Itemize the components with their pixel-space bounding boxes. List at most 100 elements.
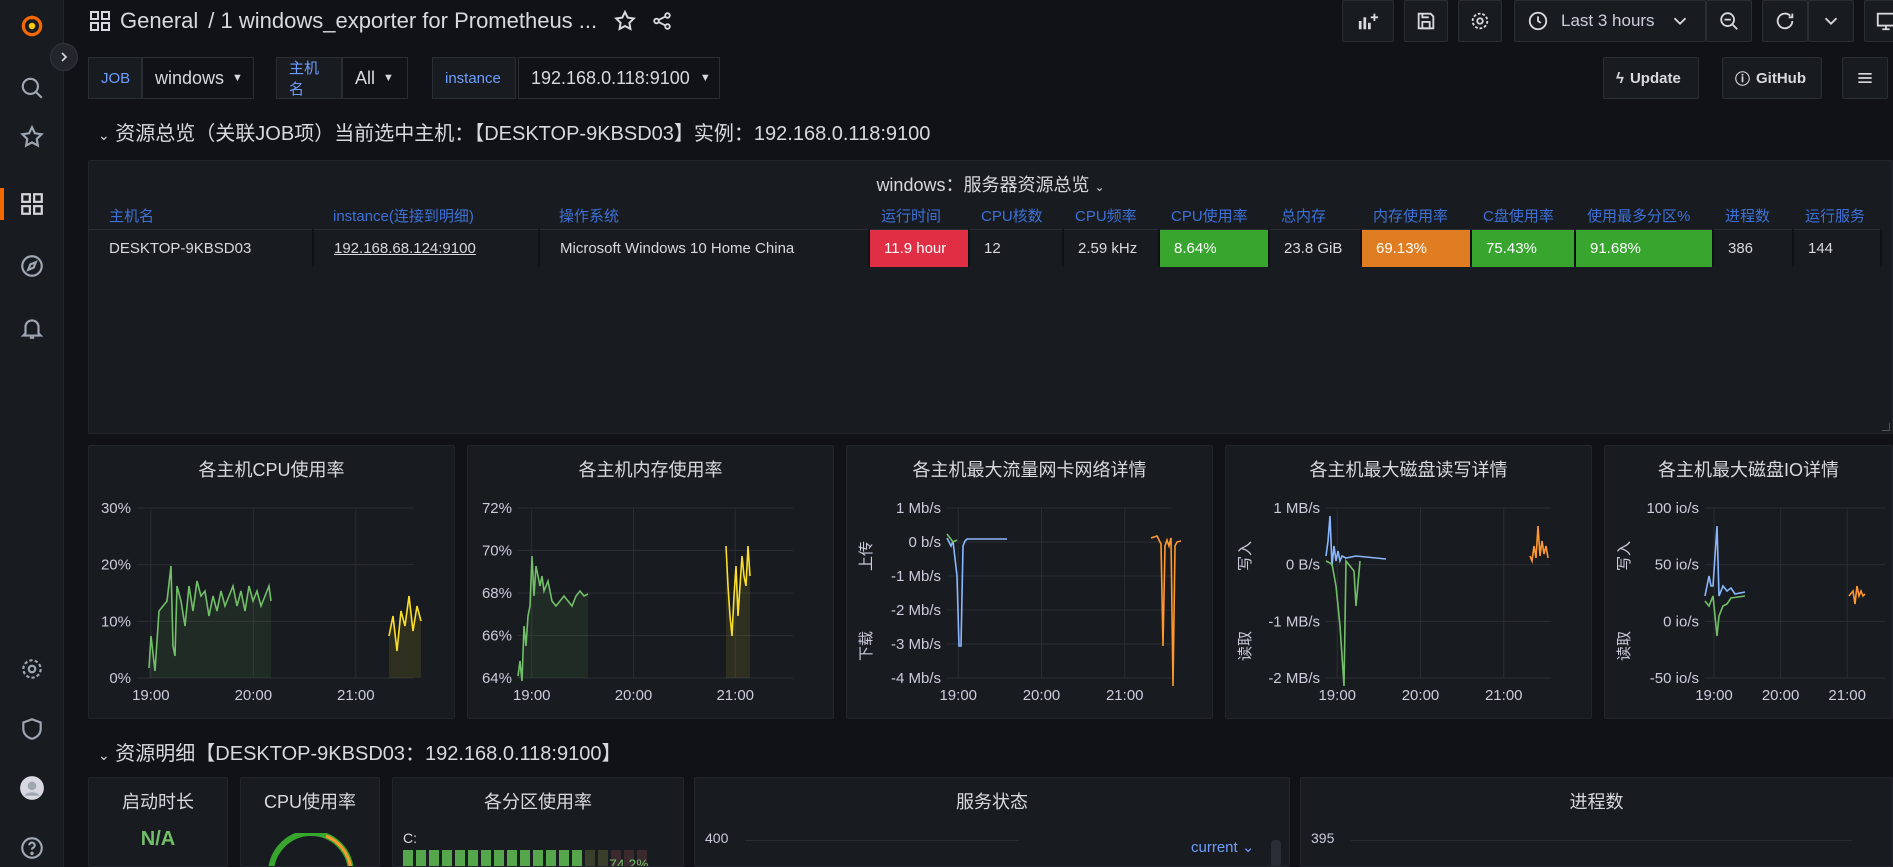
dashboards-icon[interactable] [16, 188, 48, 220]
y-tick-label: -2 MB/s [1268, 670, 1320, 687]
y-axis-label: 读取 [1237, 631, 1254, 661]
column-header[interactable]: 使用最多分区% [1575, 203, 1713, 230]
partition-value: 74.2% [609, 856, 649, 867]
y-axis-label: 写入 [1616, 541, 1633, 571]
chart-canvas[interactable]: 72% 70% 68% 66% 64%19:00 20:00 21:00 [468, 446, 834, 719]
resize-handle[interactable] [1882, 423, 1890, 431]
gauge-segment [455, 850, 465, 866]
update-link[interactable]: ϟ Update [1603, 57, 1699, 99]
share-icon[interactable] [651, 10, 673, 32]
time-range-label: Last 3 hours [1561, 11, 1655, 30]
expand-sidebar-button[interactable] [50, 43, 78, 71]
github-link[interactable]: ⓘ GitHub [1722, 57, 1822, 99]
var-select-hostname[interactable]: All ▼ [342, 57, 408, 99]
y-tick-label: 0% [109, 670, 131, 687]
series-line [1325, 558, 1361, 687]
dashboard-settings-button[interactable] [1458, 0, 1502, 42]
x-tick-label: 19:00 [132, 687, 170, 704]
chart-canvas[interactable]: 1 MB/s 0 B/s -1 MB/s -2 MB/s19:00 20:00 21:00… [1226, 446, 1592, 719]
var-select-instance[interactable]: 192.168.0.118:9100 ▼ [518, 57, 720, 99]
resource-table: 主机名 instance(连接到明细) 操作系统 运行时间 CPU核数 CPU频率 CPU使… [89, 203, 1882, 267]
chart-canvas[interactable]: 100 io/s 50 io/s 0 io/s -50 io/s19:00 20:00 2… [1605, 446, 1893, 719]
column-header[interactable]: 运行服务 [1793, 203, 1881, 230]
process-count-panel: 进程数 395 [1300, 777, 1893, 867]
grafana-logo-icon[interactable] [16, 10, 48, 42]
cpu-gauge-title[interactable]: CPU使用率 [241, 788, 379, 814]
table-panel-title[interactable]: windows：服务器资源总览 ⌄ [89, 171, 1892, 197]
column-header[interactable]: 总内存 [1269, 203, 1361, 230]
column-header[interactable]: CPU使用率 [1159, 203, 1269, 230]
y-tick: 395 [1311, 830, 1335, 846]
series-line [946, 537, 1007, 647]
column-header[interactable]: CPU核数 [969, 203, 1063, 230]
partitions-title[interactable]: 各分区使用率 [393, 788, 683, 814]
refresh-interval-dropdown[interactable] [1808, 0, 1854, 42]
time-picker-button[interactable]: Last 3 hours [1514, 0, 1706, 42]
var-label-instance: instance [432, 57, 516, 99]
uptime-title[interactable]: 启动时长 [89, 788, 227, 814]
gauge-segment [598, 850, 608, 866]
y-axis-label: 下载 [858, 631, 875, 661]
y-tick-label: 64% [482, 670, 512, 687]
bolt-icon: ϟ [1616, 69, 1624, 87]
starred-icon[interactable] [16, 121, 48, 153]
row-resource-overview[interactable]: ⌄ 资源总览（关联JOB项）当前选中主机：【DESKTOP-9KBSD03】实例… [98, 117, 930, 146]
tv-mode-button[interactable] [1864, 0, 1893, 42]
alerting-bell-icon[interactable] [16, 312, 48, 344]
column-header[interactable]: 运行时间 [869, 203, 969, 230]
configuration-gear-icon[interactable] [16, 653, 48, 685]
legend-sort-current[interactable]: current ⌄ [1191, 838, 1254, 856]
refresh-button[interactable] [1762, 0, 1808, 42]
series-area [149, 566, 271, 678]
y-tick-label: -3 Mb/s [891, 636, 941, 653]
series-line [1150, 535, 1182, 687]
table-cell[interactable]: 192.168.68.124:9100 [313, 229, 540, 267]
timeseries-panel: 各主机CPU使用率 30% 20% 10% 0% 19:00 20:00 21:00 [88, 445, 455, 719]
server-admin-shield-icon[interactable] [16, 713, 48, 745]
search-icon[interactable] [16, 72, 48, 104]
add-panel-button[interactable] [1342, 0, 1394, 42]
column-header[interactable]: 进程数 [1713, 203, 1793, 230]
timeseries-panel: 各主机最大磁盘IO详情 100 io/s 50 io/s 0 io/s -50 io/s… [1604, 445, 1893, 719]
process-count-title[interactable]: 进程数 [1301, 788, 1892, 814]
save-dashboard-button[interactable] [1404, 0, 1448, 42]
uptime-value: N/A [140, 828, 176, 850]
column-header[interactable]: CPU频率 [1063, 203, 1159, 230]
legend-scrollbar[interactable] [1271, 840, 1281, 866]
y-tick-label: 30% [101, 500, 131, 517]
gauge-segment [559, 850, 569, 866]
var-select-job[interactable]: windows ▼ [142, 57, 254, 99]
gauge-segment [403, 850, 413, 866]
column-header[interactable]: 操作系统 [539, 203, 869, 230]
explore-icon[interactable] [16, 250, 48, 282]
var-label-hostname: 主机名 [276, 57, 342, 99]
chevron-down-icon: ▼ [383, 72, 394, 84]
service-status-title[interactable]: 服务状态 [695, 788, 1289, 814]
series-line [1325, 515, 1387, 567]
resource-overview-table-panel: windows：服务器资源总览 ⌄ 主机名 instance(连接到明细) 操作系统… [88, 160, 1893, 434]
column-header[interactable]: instance(连接到明细) [313, 203, 539, 230]
timeseries-panel: 各主机最大磁盘读写详情 1 MB/s 0 B/s -1 MB/s -2 MB/s 19:0… [1225, 445, 1592, 719]
column-header[interactable]: C盘使用率 [1471, 203, 1575, 230]
user-avatar[interactable] [16, 772, 48, 804]
y-tick-label: -50 io/s [1650, 670, 1699, 687]
column-header[interactable]: 主机名 [89, 203, 313, 230]
y-tick-label: 10% [101, 613, 131, 630]
row-title: 资源明细【DESKTOP-9KBSD03：192.168.0.118:9100】 [115, 743, 622, 765]
chart-canvas[interactable]: 30% 20% 10% 0%19:00 20:00 21:00 [89, 446, 455, 719]
zoom-out-button[interactable] [1706, 0, 1752, 42]
gauge-segment [507, 850, 517, 866]
y-tick-label: -4 Mb/s [891, 670, 941, 687]
help-icon[interactable] [16, 832, 48, 864]
gauge-segment [429, 850, 439, 866]
chart-canvas[interactable]: 1 Mb/s 0 b/s -1 Mb/s -2 Mb/s -3 Mb/s -4 Mb/s1… [847, 446, 1213, 719]
y-tick-label: -1 MB/s [1268, 613, 1320, 630]
y-tick-label: 50 io/s [1655, 557, 1699, 574]
row-resource-details[interactable]: ⌄ 资源明细【DESKTOP-9KBSD03：192.168.0.118:910… [98, 737, 621, 766]
partition-label: C: [403, 830, 417, 846]
star-icon[interactable] [613, 9, 637, 33]
y-tick-label: 1 MB/s [1273, 500, 1320, 517]
folder-link[interactable]: General [120, 8, 198, 34]
links-menu-button[interactable] [1842, 57, 1888, 99]
column-header[interactable]: 内存使用率 [1361, 203, 1471, 230]
